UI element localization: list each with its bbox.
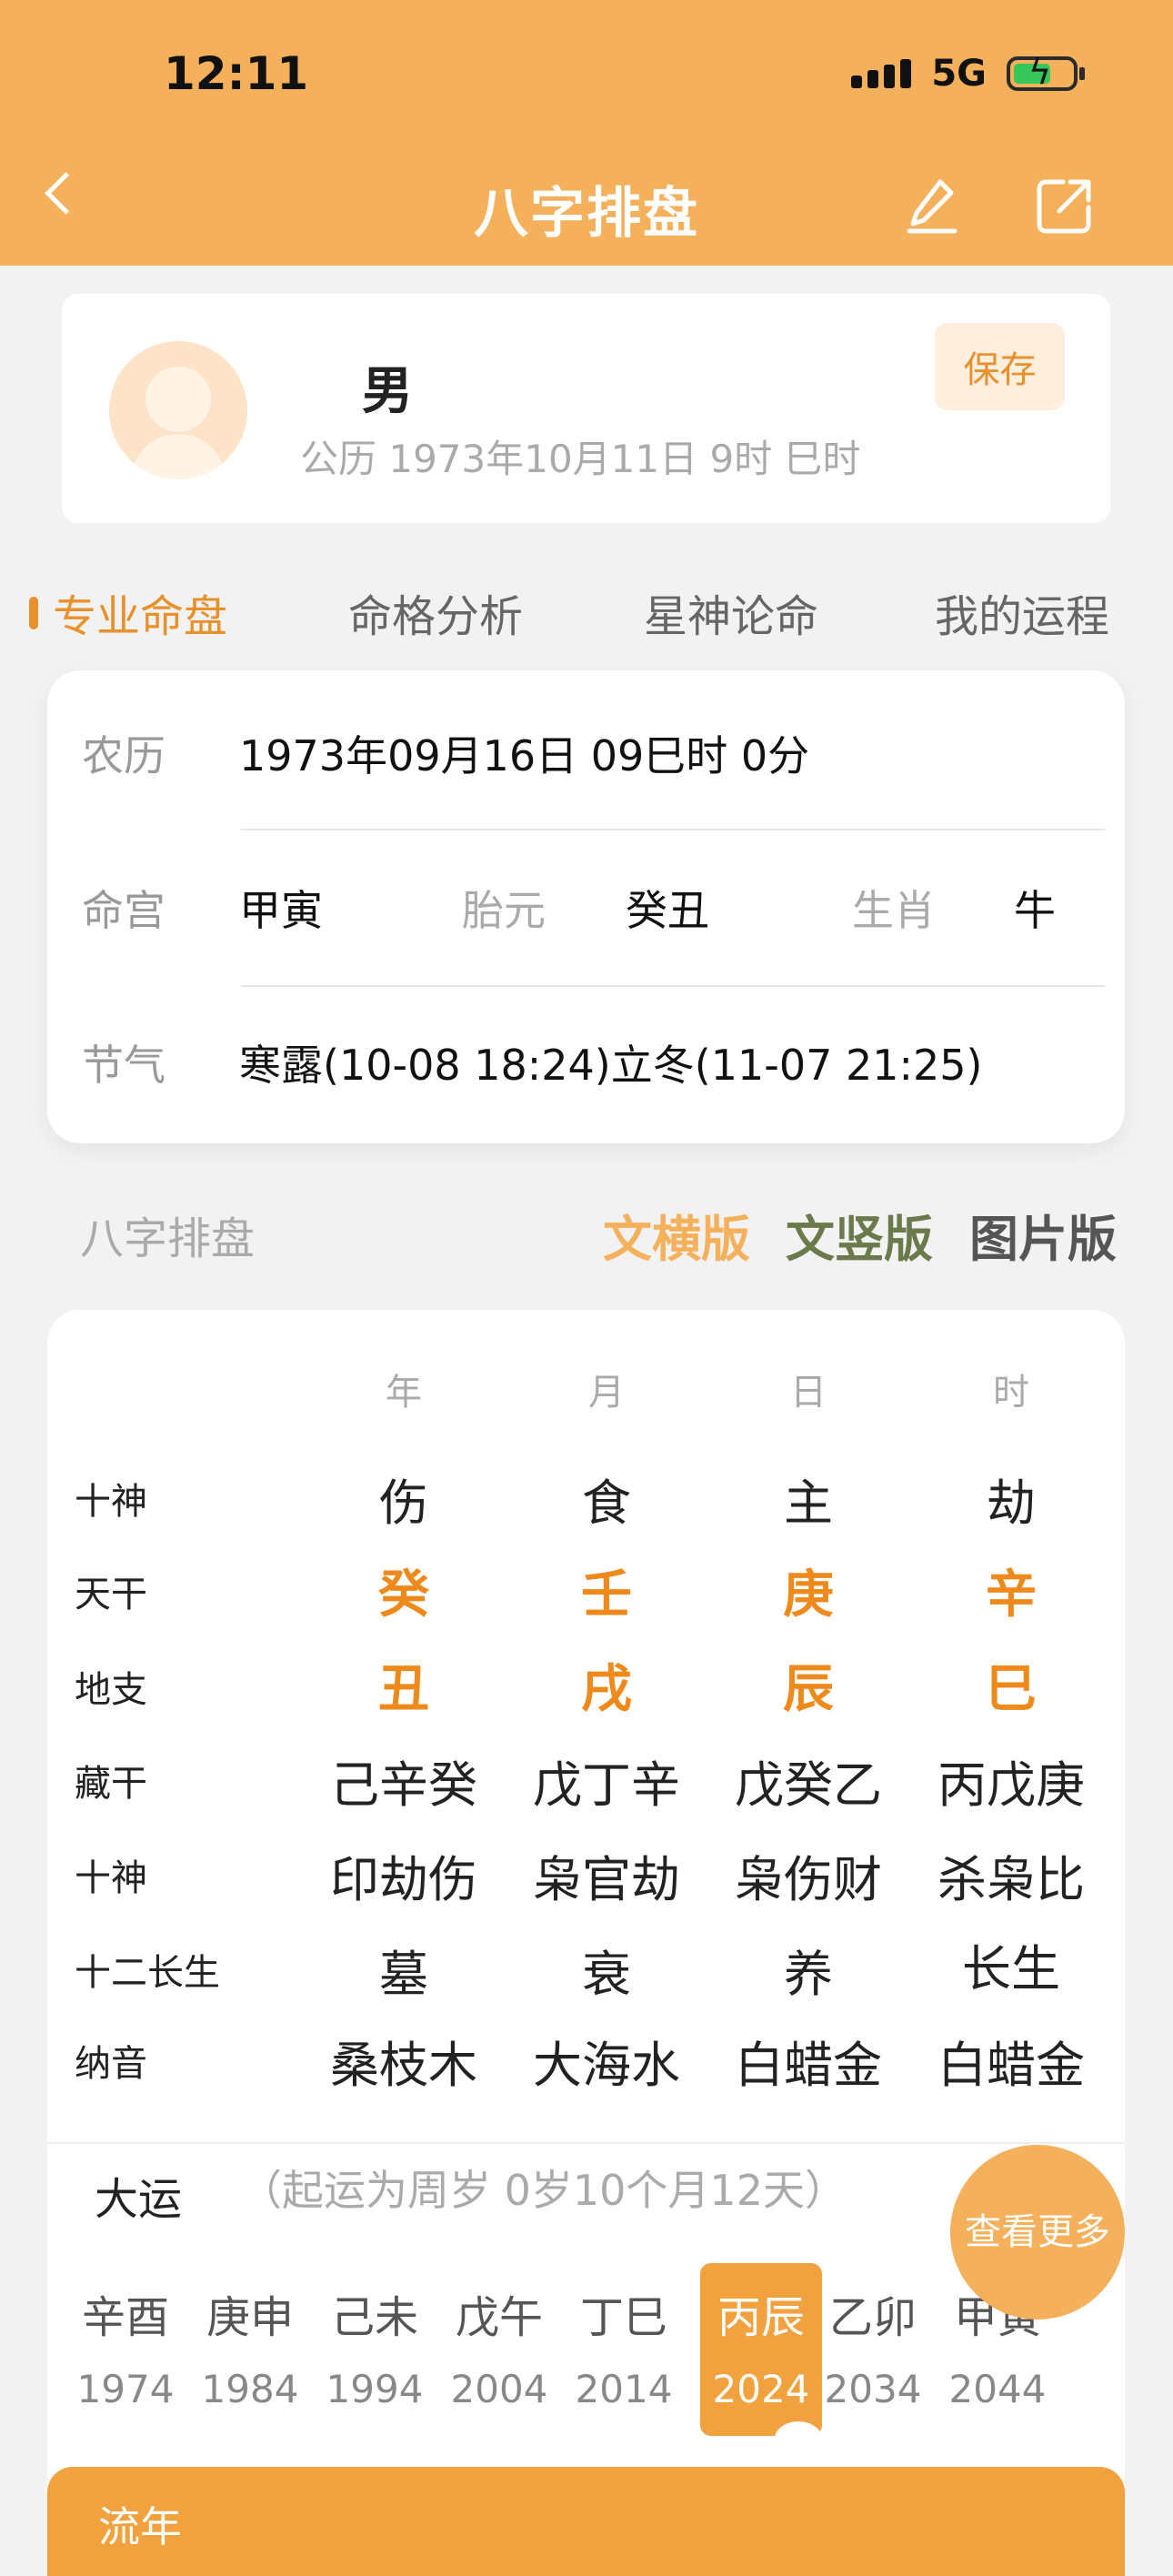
tab-star-analysis[interactable]: 星神论命 [644,580,818,644]
table-cell: 庚 [783,1565,834,1625]
version-vertical-text[interactable]: 文竖版 [786,1199,933,1271]
row-label-dizhi: 地支 [75,1669,147,1711]
dayun-year[interactable]: 2014 [562,2367,686,2411]
tab-bar: 专业命盘 命格分析 星神论命 我的运程 [0,573,1173,646]
table-cell: 丙戊庚 [937,1756,1085,1814]
liunian-section[interactable]: 流年 [47,2467,1125,2576]
tab-indicator [29,597,38,629]
table-cell: 桑枝木 [330,2037,477,2094]
table-cell: 辰 [783,1660,834,1719]
divider [47,2142,1125,2144]
dayun-title: 大运 [95,2174,183,2225]
table-cell: 杀枭比 [937,1851,1085,1908]
signal-icon [851,59,912,88]
row-label-shishen: 十神 [75,1481,147,1523]
row-label-tiangan: 天干 [75,1574,147,1615]
page-title: 八字排盘 [474,182,699,246]
info-card: 农历 1973年09月16日 09巳时 0分 命宫 甲寅 胎元 癸丑 生肖 牛 … [47,670,1125,1143]
table-cell: 戊癸乙 [735,1756,882,1814]
dayun-year[interactable]: 2004 [437,2367,561,2411]
row-label-nayin: 纳音 [75,2043,147,2085]
dayun-item[interactable]: 庚申 [188,2281,312,2345]
column-year: 年 [386,1372,422,1414]
dayun-item-active[interactable]: 丙辰 [699,2281,823,2345]
status-indicators: 5G ϟ [851,53,1085,95]
dayun-year[interactable]: 1974 [64,2367,187,2411]
dayun-year[interactable]: 1994 [313,2367,436,2411]
table-cell: 枭伤财 [735,1851,882,1908]
column-hour: 时 [993,1372,1029,1414]
table-cell: 巳 [986,1660,1037,1719]
dayun-year[interactable]: 2034 [811,2367,935,2411]
bazi-chart-card: 年 月 日 时 十神 伤 食 主 劫 天干 癸 壬 庚 辛 地支 丑 戌 辰 巳… [47,1310,1125,2565]
table-cell: 印劫伤 [330,1851,477,1908]
battery-icon: ϟ [1007,55,1085,91]
view-more-button[interactable]: 查看更多 [950,2145,1125,2319]
shengxiao-value: 牛 [1014,886,1056,935]
network-label: 5G [931,53,987,95]
table-cell: 主 [784,1474,833,1532]
column-month: 月 [588,1372,625,1414]
table-cell: 食 [582,1474,631,1532]
table-cell: 养 [784,1946,833,2003]
lunar-label: 农历 [82,731,165,780]
jieqi-value: 寒露(10-08 18:24)立冬(11-07 21:25) [239,1041,983,1090]
table-cell: 劫 [987,1474,1036,1532]
taiyuan-value: 癸丑 [626,886,709,935]
table-cell: 丑 [378,1660,429,1719]
bazi-section-title: 八字排盘 [80,1213,256,1264]
dayun-item[interactable]: 戊午 [437,2281,561,2345]
table-cell: 辛 [986,1565,1037,1625]
edit-icon[interactable] [900,173,964,236]
dayun-year-active[interactable]: 2024 [699,2367,823,2411]
table-cell: 戌 [581,1660,632,1719]
table-cell: 壬 [581,1565,632,1625]
table-cell: 衰 [582,1946,631,2003]
birth-date: 公历 1973年10月11日 9时 巳时 [300,437,861,481]
table-cell: 白蜡金 [937,2037,1085,2094]
taiyuan-label: 胎元 [462,886,546,935]
profile-card: 男 公历 1973年10月11日 9时 巳时 保存 [62,294,1110,523]
jieqi-label: 节气 [82,1041,165,1090]
dayun-active-notch [775,2421,822,2456]
minggong-value: 甲寅 [239,886,323,935]
row-label-changsheng: 十二长生 [75,1952,220,1994]
dayun-item[interactable]: 乙卯 [811,2281,935,2345]
liunian-title: 流年 [98,2502,182,2551]
app-header: 12:11 5G ϟ 八字排盘 [0,0,1173,266]
dayun-note: （起运为周岁 0岁10个月12天） [240,2166,847,2215]
dayun-year[interactable]: 2044 [936,2367,1059,2411]
table-cell: 墓 [379,1946,428,2003]
column-day: 日 [790,1372,827,1414]
dayun-item[interactable]: 己未 [313,2281,436,2345]
table-cell: 长生 [962,1940,1060,1997]
table-cell: 伤 [379,1474,428,1532]
table-cell: 癸 [378,1565,429,1625]
version-image[interactable]: 图片版 [969,1199,1117,1271]
row-label-canggan: 藏干 [75,1763,147,1805]
divider [241,829,1105,830]
table-cell: 戊丁辛 [533,1756,680,1814]
status-time: 12:11 [164,47,309,100]
table-cell: 己辛癸 [330,1756,477,1814]
tab-my-fortune[interactable]: 我的运程 [935,580,1109,644]
avatar[interactable] [109,341,247,479]
table-cell: 大海水 [533,2037,680,2094]
table-cell: 白蜡金 [735,2037,882,2094]
shengxiao-label: 生肖 [852,886,936,935]
gender-label: 男 [362,362,413,421]
version-horizontal-text[interactable]: 文横版 [603,1199,750,1271]
save-button[interactable]: 保存 [935,323,1065,410]
table-cell: 枭官劫 [533,1851,680,1908]
share-icon[interactable] [1032,175,1096,238]
dayun-item[interactable]: 辛酉 [64,2281,187,2345]
dayun-year[interactable]: 1984 [188,2367,312,2411]
divider [241,985,1105,987]
minggong-label: 命宫 [82,886,165,935]
row-label-shishen-hidden: 十神 [75,1857,147,1899]
dayun-item[interactable]: 丁巳 [562,2281,686,2345]
lunar-value: 1973年09月16日 09巳时 0分 [239,731,810,780]
tab-pattern-analysis[interactable]: 命格分析 [348,580,523,644]
tab-professional-chart[interactable]: 专业命盘 [53,580,227,644]
